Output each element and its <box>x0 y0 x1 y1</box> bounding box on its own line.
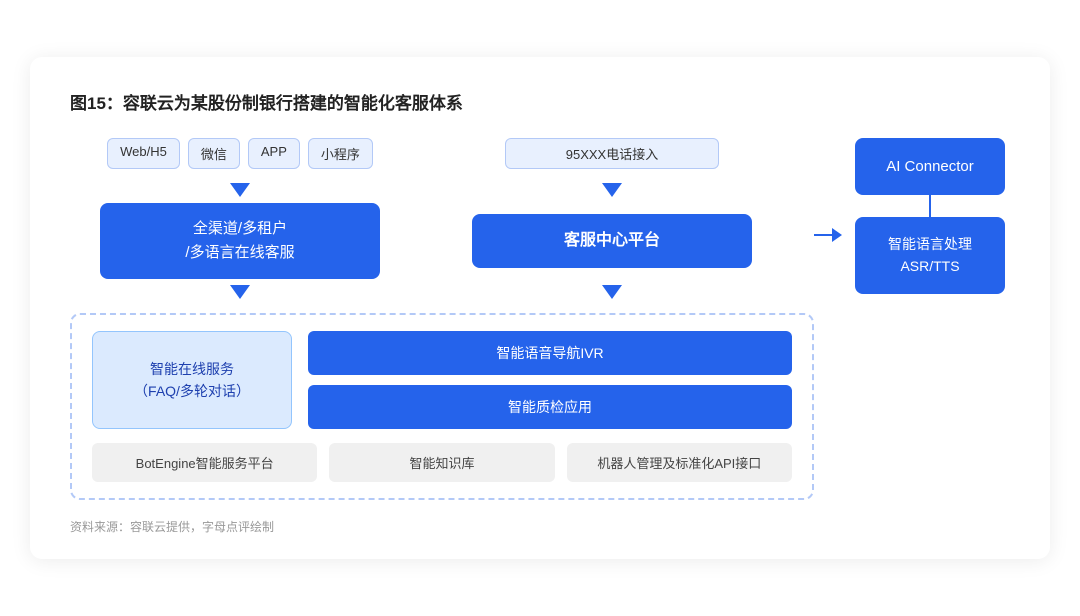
main-card: 图15：容联云为某股份制银行搭建的智能化客服体系 Web/H5 微信 APP 小… <box>30 57 1050 559</box>
top-row: Web/H5 微信 APP 小程序 95XXX电话接入 <box>70 138 814 177</box>
arrow-down-mid2 <box>602 285 622 299</box>
mid-blue-box: 客服中心平台 <box>472 214 752 268</box>
mid-blue-wrapper: 客服中心平台 <box>410 214 814 268</box>
h-arrow-connector <box>814 138 842 242</box>
qc-box: 智能质检应用 <box>308 385 792 429</box>
left-top: Web/H5 微信 APP 小程序 <box>70 138 410 177</box>
bottom-bar: BotEngine智能服务平台 智能知识库 机器人管理及标准化API接口 <box>92 443 792 482</box>
phone-tag: 95XXX电话接入 <box>505 138 719 169</box>
h-line <box>814 234 832 236</box>
tag-wechat: 微信 <box>188 138 240 169</box>
ivr-box: 智能语音导航IVR <box>308 331 792 375</box>
left-mid-section: Web/H5 微信 APP 小程序 95XXX电话接入 <box>70 138 814 500</box>
mid-arrow-down2 <box>410 279 814 305</box>
gray-box-bot: BotEngine智能服务平台 <box>92 443 317 482</box>
tag-app: APP <box>248 138 300 169</box>
arrow-down-left <box>230 183 250 197</box>
tag-web: Web/H5 <box>107 138 180 169</box>
h-arrowhead <box>832 228 842 242</box>
bottom-section: 智能在线服务 （FAQ/多轮对话） 智能语音导航IVR 智能质检应用 BotEn… <box>70 313 814 500</box>
left-arrow-down2 <box>70 279 410 305</box>
left-blue-wrapper: 全渠道/多租户 /多语言在线客服 <box>70 203 410 279</box>
arrows-row2 <box>70 279 814 305</box>
bottom-inner: 智能在线服务 （FAQ/多轮对话） 智能语音导航IVR 智能质检应用 <box>92 331 792 429</box>
diagram: Web/H5 微信 APP 小程序 95XXX电话接入 <box>70 138 1010 500</box>
gray-box-api: 机器人管理及标准化API接口 <box>567 443 792 482</box>
arrow-down-left2 <box>230 285 250 299</box>
mid-top: 95XXX电话接入 <box>410 138 814 177</box>
arrows-row <box>70 177 814 203</box>
chart-title: 图15：容联云为某股份制银行搭建的智能化客服体系 <box>70 89 1010 114</box>
footer-note: 资料来源：容联云提供，字母点评绘制 <box>70 518 1010 535</box>
ai-sub-box: 智能语言处理 ASR/TTS <box>855 217 1005 294</box>
left-arrow-down <box>70 177 410 203</box>
col-right: AI Connector 智能语言处理 ASR/TTS <box>850 138 1010 294</box>
tag-miniapp: 小程序 <box>308 138 373 169</box>
vertical-line <box>929 195 931 217</box>
ai-connector-box: AI Connector <box>855 138 1005 195</box>
left-blue-box: 全渠道/多租户 /多语言在线客服 <box>100 203 380 279</box>
blue-boxes-row: 全渠道/多租户 /多语言在线客服 客服中心平台 <box>70 203 814 279</box>
faq-box: 智能在线服务 （FAQ/多轮对话） <box>92 331 292 429</box>
right-inner: 智能语音导航IVR 智能质检应用 <box>308 331 792 429</box>
h-arrow-line <box>814 228 842 242</box>
channel-tags: Web/H5 微信 APP 小程序 <box>107 138 373 169</box>
bottom-dashed-area: 智能在线服务 （FAQ/多轮对话） 智能语音导航IVR 智能质检应用 BotEn… <box>70 305 814 500</box>
mid-arrow-down <box>410 177 814 203</box>
arrow-down-mid <box>602 183 622 197</box>
gray-box-kb: 智能知识库 <box>329 443 554 482</box>
